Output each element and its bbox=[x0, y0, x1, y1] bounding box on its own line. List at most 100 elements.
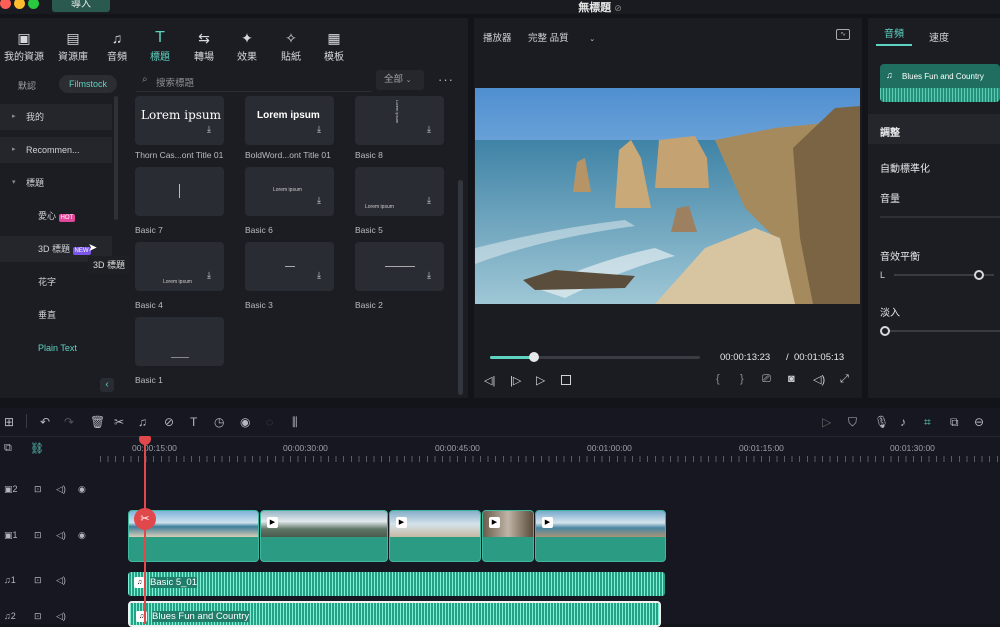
next-frame-icon[interactable]: |▷ bbox=[510, 374, 521, 387]
text-tool-icon[interactable]: T bbox=[190, 415, 197, 429]
stop-icon[interactable] bbox=[561, 375, 571, 385]
collapse-panel-icon[interactable]: ‹ bbox=[100, 378, 114, 392]
zoom-out-icon[interactable]: ⊖ bbox=[974, 415, 984, 429]
fade-in-slider[interactable] bbox=[886, 330, 1000, 332]
search-box[interactable]: ⌕ 搜索標題 bbox=[136, 70, 372, 92]
tool-audio[interactable]: ♫ 音頻 bbox=[93, 30, 141, 63]
category-plain-text[interactable]: Plain Text bbox=[0, 335, 112, 361]
title-card[interactable]: Lorem ipsum ⤓ bbox=[245, 96, 334, 145]
quality-dropdown[interactable]: 完整 品質 ⌄ bbox=[528, 30, 595, 44]
category-mine[interactable]: ▸ 我的 bbox=[0, 104, 112, 130]
download-icon[interactable]: ⤓ bbox=[207, 124, 211, 135]
fullscreen-icon[interactable]: ⤢ bbox=[840, 373, 849, 386]
speaker-icon[interactable]: ◁) bbox=[56, 611, 66, 622]
download-icon[interactable]: ⤓ bbox=[317, 270, 321, 281]
snapshot-preview-icon[interactable]: ∿ bbox=[836, 29, 850, 40]
undo-icon[interactable]: ↶ bbox=[40, 415, 50, 429]
camera-snapshot-icon[interactable]: ◙ bbox=[788, 373, 795, 385]
tab-speed[interactable]: 速度 bbox=[929, 29, 949, 44]
delete-icon[interactable]: 🗑 bbox=[90, 415, 105, 429]
search-input[interactable]: 搜索標題 bbox=[156, 75, 194, 89]
title-card[interactable]: Lorem ipsum ⤓ bbox=[355, 167, 444, 216]
audio-edit-icon[interactable]: ♫ bbox=[138, 415, 147, 429]
video-clip[interactable]: ▶ bbox=[389, 510, 481, 562]
pip-icon[interactable]: ⧉ bbox=[950, 415, 959, 430]
speaker-icon[interactable]: ◁) bbox=[56, 484, 66, 495]
add-track-icon[interactable]: ⧉ bbox=[4, 442, 12, 455]
balance-slider-handle[interactable] bbox=[974, 270, 984, 280]
title-card[interactable]: Lorem ipsum ⤓ bbox=[245, 167, 334, 216]
title-card[interactable]: ⤓ bbox=[355, 242, 444, 291]
tab-audio[interactable]: 音頻 bbox=[876, 24, 912, 46]
download-icon[interactable]: ⤓ bbox=[427, 195, 431, 206]
import-tab[interactable]: 導入 bbox=[52, 0, 110, 12]
tool-effects[interactable]: ✦ 效果 bbox=[223, 30, 271, 63]
video-clip[interactable]: ▶ bbox=[260, 510, 388, 562]
download-icon[interactable]: ⤓ bbox=[427, 124, 431, 135]
link-icon[interactable]: ⛓ bbox=[30, 442, 44, 455]
speaker-icon[interactable]: ◁) bbox=[56, 530, 66, 541]
audio-clip-blues[interactable]: ♫ Blues Fun and Country bbox=[128, 601, 661, 627]
eye-icon[interactable]: ◉ bbox=[78, 530, 86, 541]
lock-icon[interactable]: ⊡ bbox=[34, 530, 42, 541]
title-card[interactable]: ⤓ bbox=[245, 242, 334, 291]
audio-track-icon[interactable]: ♪ bbox=[900, 415, 906, 429]
subtab-default[interactable]: 默認 bbox=[18, 79, 36, 92]
video-clip[interactable]: ▶ bbox=[482, 510, 534, 562]
title-card[interactable] bbox=[135, 167, 224, 216]
download-icon[interactable]: ⤓ bbox=[427, 270, 431, 281]
snap-icon[interactable]: ⌗ bbox=[924, 415, 931, 430]
previous-frame-icon[interactable]: ◁| bbox=[484, 374, 495, 387]
audio-wave-icon[interactable]: ⫼ bbox=[292, 415, 298, 430]
split-scissors-icon[interactable]: ✂ bbox=[134, 508, 156, 530]
play-icon[interactable]: ▷ bbox=[536, 373, 545, 387]
video-clip[interactable]: ▶ bbox=[535, 510, 666, 562]
audio-track-card[interactable]: ♫ Blues Fun and Country bbox=[880, 64, 1000, 102]
tool-stock-library[interactable]: ▤ 資源庫 bbox=[49, 30, 97, 63]
tag-icon[interactable]: ⊘ bbox=[164, 415, 174, 429]
download-icon[interactable]: ⤓ bbox=[317, 124, 321, 135]
volume-slider[interactable] bbox=[880, 216, 1000, 218]
lock-icon[interactable]: ⊡ bbox=[34, 484, 42, 495]
filter-dropdown[interactable]: 全部 ⌄ bbox=[376, 70, 424, 90]
speed-icon[interactable]: ◷ bbox=[214, 415, 224, 429]
marker-icon[interactable]: ⛉ bbox=[848, 415, 857, 430]
download-icon[interactable]: ⤓ bbox=[317, 195, 321, 206]
audio-clip-basic5[interactable]: ♫ Basic 5_01 bbox=[128, 572, 665, 596]
speaker-icon[interactable]: ◁) bbox=[56, 575, 66, 586]
download-icon[interactable]: ⤓ bbox=[207, 270, 211, 281]
tool-titles[interactable]: T 標題 bbox=[136, 30, 184, 64]
color-icon[interactable]: ◉ bbox=[240, 415, 250, 429]
tool-transitions[interactable]: ⇆ 轉場 bbox=[180, 30, 228, 63]
subtab-filmstock[interactable]: Filmstock bbox=[59, 75, 117, 93]
lock-icon[interactable]: ⊡ bbox=[34, 575, 42, 586]
microphone-icon[interactable]: 🎙 bbox=[874, 415, 889, 429]
render-icon[interactable]: ▷ bbox=[822, 415, 831, 429]
timeline-playhead[interactable] bbox=[144, 440, 146, 624]
category-recommended[interactable]: ▸ Recommen... bbox=[0, 137, 112, 163]
cut-icon[interactable]: ✂ bbox=[114, 415, 124, 429]
more-options-icon[interactable]: ··· bbox=[438, 72, 454, 87]
redo-icon[interactable]: ↷ bbox=[64, 415, 74, 429]
tool-my-media[interactable]: ▣ 我的資源 bbox=[0, 30, 48, 63]
playback-progress-bar[interactable] bbox=[490, 356, 700, 359]
category-titles[interactable]: ▾ 標題 bbox=[0, 170, 112, 196]
category-vertical[interactable]: 垂直 bbox=[0, 302, 112, 328]
tool-templates[interactable]: ▦ 模板 bbox=[310, 30, 358, 63]
time-ruler[interactable]: 00:00:15:00 00:00:30:00 00:00:45:00 00:0… bbox=[100, 440, 1000, 464]
category-love[interactable]: 愛心 HOT bbox=[0, 203, 112, 229]
cards-scrollbar[interactable] bbox=[458, 180, 463, 395]
title-card[interactable]: Lorem ipsum ⤓ bbox=[135, 96, 224, 145]
volume-icon[interactable]: ◁) bbox=[813, 373, 825, 386]
mark-out-icon[interactable]: } bbox=[740, 373, 744, 385]
fade-in-slider-handle[interactable] bbox=[880, 326, 890, 336]
layout-icon[interactable]: ⊞ bbox=[4, 415, 14, 429]
stabilize-icon[interactable]: ◌ bbox=[266, 415, 273, 429]
tool-stickers[interactable]: ✧ 貼紙 bbox=[267, 30, 315, 63]
title-card[interactable]: Lorem ipsum ⤓ bbox=[135, 242, 224, 291]
category-scrollbar[interactable] bbox=[114, 96, 118, 220]
title-card[interactable] bbox=[135, 317, 224, 366]
mark-in-icon[interactable]: { bbox=[716, 373, 720, 385]
title-card[interactable]: Lorem ipsum ⤓ bbox=[355, 96, 444, 145]
eye-icon[interactable]: ◉ bbox=[78, 484, 86, 495]
